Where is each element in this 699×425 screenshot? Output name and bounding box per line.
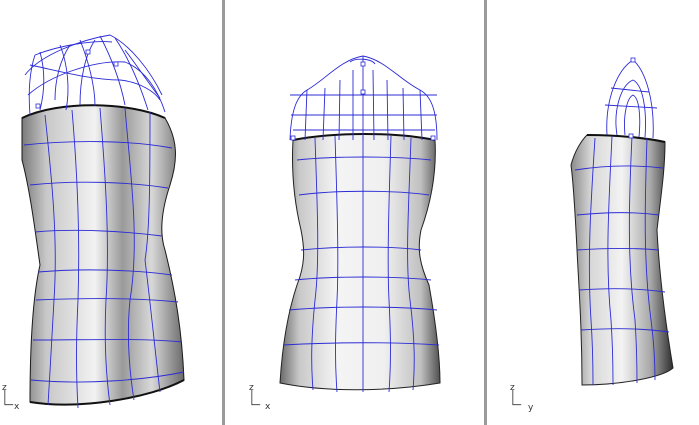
dress-model-perspective bbox=[21, 34, 185, 409]
axis-x-label: x bbox=[14, 402, 20, 412]
dress-model-front bbox=[279, 55, 441, 393]
axis-z-label: z bbox=[249, 383, 254, 393]
dress-surface bbox=[570, 134, 674, 386]
axis-x-label: x bbox=[265, 402, 271, 412]
dress-model-right bbox=[570, 57, 674, 386]
axis-z-label: z bbox=[2, 383, 7, 393]
dress-surface bbox=[279, 133, 441, 391]
axis-z-label: z bbox=[510, 383, 515, 393]
front-viewport[interactable]: z x bbox=[225, 0, 484, 425]
perspective-viewport[interactable]: z x bbox=[0, 0, 222, 425]
right-viewport[interactable]: z y bbox=[487, 0, 699, 425]
axis-y-label: y bbox=[528, 403, 534, 413]
